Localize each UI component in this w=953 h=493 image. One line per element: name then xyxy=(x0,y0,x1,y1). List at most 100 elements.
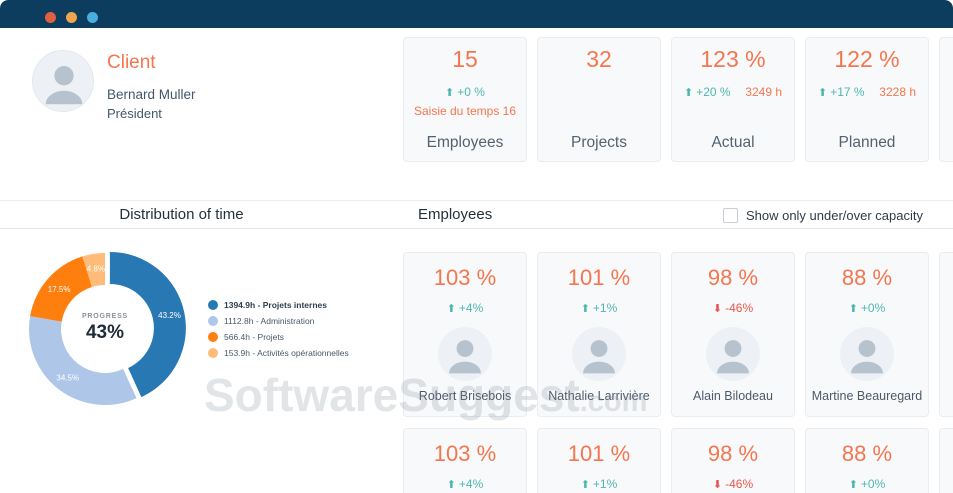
employee-card[interactable]: 101 % ⬆ +1% xyxy=(537,428,661,493)
employee-name: Martine Beauregard xyxy=(811,389,923,403)
donut-slice-percent: 17.5% xyxy=(48,285,71,294)
employee-card[interactable]: 88 % ⬆ +0% xyxy=(805,428,929,493)
employee-percent: 101 % xyxy=(567,265,631,290)
person-avatar-icon xyxy=(33,51,93,111)
legend-dot-icon xyxy=(208,348,218,358)
employee-percent: 101 % xyxy=(567,441,631,466)
window-minimize-button[interactable] xyxy=(66,12,77,23)
employee-percent: 88 % xyxy=(841,441,893,466)
overview-section: Client Bernard Muller Président 15 ⬆ +0 %… xyxy=(0,28,953,200)
capacity-filter-label: Show only under/over capacity xyxy=(745,207,923,223)
trend-up-icon: ⬆ xyxy=(446,303,456,315)
employee-card[interactable]: 101 % ⬆ +1% Nathalie Larrivière xyxy=(537,252,661,417)
trend-up-icon: ⬆ xyxy=(818,87,828,99)
stat-delta: ⬆ +20 % 3249 h xyxy=(684,85,782,99)
progress-label: PROGRESS xyxy=(81,313,129,320)
client-name: Bernard Muller xyxy=(107,87,196,102)
employee-delta: ⬆ +0% xyxy=(848,301,886,315)
stat-value: 15 xyxy=(452,46,478,72)
trend-up-icon: ⬆ xyxy=(580,303,590,315)
person-avatar-icon xyxy=(572,327,626,381)
legend-item[interactable]: 566.4h - Projets xyxy=(208,329,349,345)
summary-cards-row: 15 ⬆ +0 % Saisie du temps 16 Employees 32… xyxy=(403,37,953,162)
stat-label: Employees xyxy=(426,134,504,151)
employees-row-2: 103 % ⬆+4% 101 % ⬆+1% 98 % ⬇-46% 88 % xyxy=(403,428,953,493)
summary-card-projects[interactable]: 32 Projects xyxy=(537,37,661,162)
trend-up-icon: ⬆ xyxy=(445,87,455,99)
employee-delta: ⬇ -46% xyxy=(712,477,754,491)
employee-delta: ⬆ +1% xyxy=(580,477,618,491)
stat-value: 123 % xyxy=(700,46,766,72)
employees-title: Employees xyxy=(418,206,493,223)
employee-avatar xyxy=(706,327,760,381)
client-info: Client Bernard Muller Président xyxy=(107,52,196,121)
stat-label: Planned xyxy=(838,134,896,151)
legend-dot-icon xyxy=(208,300,218,310)
employee-delta: ⬆ +4% xyxy=(446,301,484,315)
employee-avatar xyxy=(840,327,894,381)
trend-up-icon: ⬆ xyxy=(580,479,590,491)
employee-percent: 103 % xyxy=(433,441,497,466)
trend-down-icon: ⬇ xyxy=(712,479,723,491)
employee-name: Robert Brisebois xyxy=(418,389,512,403)
legend-dot-icon xyxy=(208,332,218,342)
window-maximize-button[interactable] xyxy=(87,12,98,23)
distribution-title: Distribution of time xyxy=(119,206,244,223)
stat-delta: ⬆ +0 % xyxy=(445,85,485,99)
employee-card[interactable]: 98 % ⬇ -46% xyxy=(671,428,795,493)
client-avatar xyxy=(32,50,94,112)
legend-item[interactable]: 153.9h - Activités opérationnelles xyxy=(208,345,349,361)
progress-value: 43% xyxy=(85,322,125,343)
person-avatar-icon xyxy=(438,327,492,381)
client-role: Président xyxy=(107,106,162,121)
employee-percent: 103 % xyxy=(433,265,497,290)
employee-avatar xyxy=(438,327,492,381)
employee-card[interactable]: 98 % ⬇ -46% Alain Bilodeau xyxy=(671,252,795,417)
employee-percent: 98 % xyxy=(707,265,759,290)
employees-row-1: 103 % ⬆+4% Robert Brisebois 101 % ⬆+1% xyxy=(403,252,953,417)
donut-slice-percent: 43.2% xyxy=(158,311,181,320)
person-avatar-icon xyxy=(840,327,894,381)
summary-card-actual[interactable]: 123 % ⬆ +20 % 3249 h Actual xyxy=(671,37,795,162)
trend-down-icon: ⬇ xyxy=(712,303,723,315)
main-content: 43.2% 34.5% 17.5% 4.8% PROGRESS 43% 1394.9h… xyxy=(0,229,953,493)
legend-item[interactable]: 1394.9h - Projets internes xyxy=(208,297,349,313)
employee-delta: ⬆ +4% xyxy=(446,477,484,491)
employee-percent: 88 % xyxy=(841,265,893,290)
employee-name: Nathalie Larrivière xyxy=(548,389,650,403)
stat-label: Projects xyxy=(571,134,627,151)
window-close-button[interactable] xyxy=(45,12,56,23)
stat-hours: 3249 h xyxy=(745,85,782,99)
employee-card-clipped[interactable] xyxy=(939,252,953,417)
employee-card[interactable]: 103 % ⬆ +4% xyxy=(403,428,527,493)
stat-label: Actual xyxy=(711,134,755,151)
trend-up-icon: ⬆ xyxy=(446,479,456,491)
employee-avatar xyxy=(572,327,626,381)
summary-card-clipped[interactable] xyxy=(939,37,953,162)
chart-legend: 1394.9h - Projets internes 1112.8h - Adm… xyxy=(208,297,349,361)
employee-percent: 98 % xyxy=(707,441,759,466)
client-heading: Client xyxy=(107,52,156,73)
employee-card-clipped[interactable] xyxy=(939,428,953,493)
legend-item[interactable]: 1112.8h - Administration xyxy=(208,313,349,329)
employee-name: Alain Bilodeau xyxy=(693,389,773,403)
stat-value: 122 % xyxy=(834,46,900,72)
summary-card-planned[interactable]: 122 % ⬆ +17 % 3228 h Planned xyxy=(805,37,929,162)
section-header-bar: Distribution of time Employees Show only… xyxy=(0,200,953,229)
employee-card[interactable]: 103 % ⬆ +4% Robert Brisebois xyxy=(403,252,527,417)
employee-delta: ⬆ +0% xyxy=(848,477,886,491)
donut-slice-percent: 4.8% xyxy=(87,265,105,274)
donut-center-text: PROGRESS 43% xyxy=(55,313,155,344)
summary-card-employees[interactable]: 15 ⬆ +0 % Saisie du temps 16 Employees xyxy=(403,37,527,162)
employee-card[interactable]: 88 % ⬆ +0% Martine Beauregard xyxy=(805,252,929,417)
capacity-filter-checkbox xyxy=(722,207,738,223)
trend-up-icon: ⬆ xyxy=(684,87,694,99)
app-window: Client Bernard Muller Président 15 ⬆ +0 %… xyxy=(0,0,953,493)
trend-up-icon: ⬆ xyxy=(848,479,858,491)
legend-dot-icon xyxy=(208,316,218,326)
stat-value: 32 xyxy=(586,46,612,72)
trend-up-icon: ⬆ xyxy=(848,303,858,315)
stat-delta: ⬆ +17 % 3228 h xyxy=(818,85,916,99)
person-avatar-icon xyxy=(706,327,760,381)
capacity-filter-toggle[interactable]: Show only under/over capacity xyxy=(722,201,923,229)
